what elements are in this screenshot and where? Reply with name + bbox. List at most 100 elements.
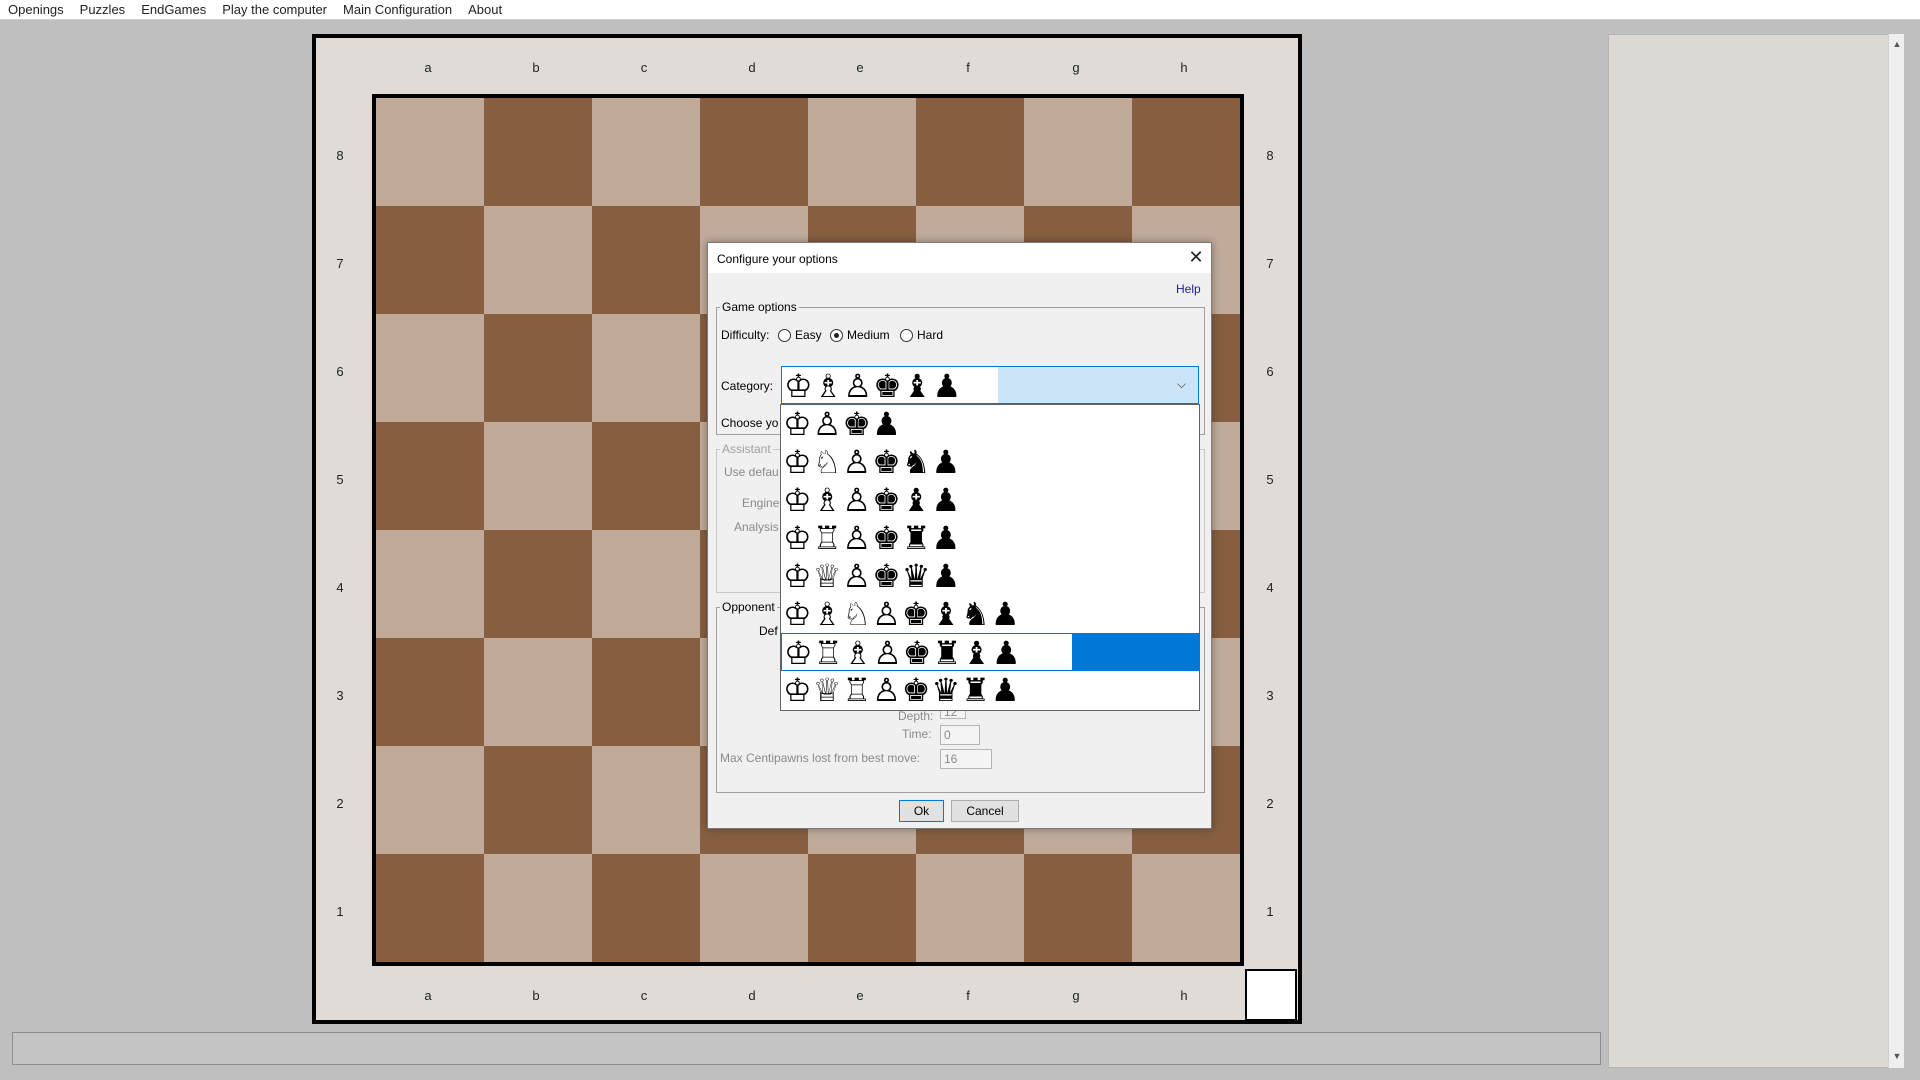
time-label: Time:: [902, 727, 932, 741]
board-square-d1[interactable]: [700, 854, 808, 962]
category-option[interactable]: ♔♗♘♙♚♝♞♟: [781, 595, 1199, 633]
ok-button[interactable]: Ok: [899, 800, 944, 822]
difficulty-medium-label: Medium: [847, 328, 890, 342]
board-square-c8[interactable]: [592, 98, 700, 206]
board-square-a7[interactable]: [376, 206, 484, 314]
category-option[interactable]: ♔♖♙♚♜♟: [781, 519, 1199, 557]
board-square-a1[interactable]: [376, 854, 484, 962]
rank-label-left: 1: [336, 904, 344, 919]
board-square-g8[interactable]: [1024, 98, 1132, 206]
difficulty-medium-radio[interactable]: [830, 329, 843, 342]
help-link[interactable]: Help: [1176, 282, 1201, 296]
board-square-d8[interactable]: [700, 98, 808, 206]
menu-puzzles[interactable]: Puzzles: [72, 0, 134, 20]
rank-label-right: 4: [1266, 580, 1274, 595]
board-square-b1[interactable]: [484, 854, 592, 962]
rank-label-right: 3: [1266, 688, 1274, 703]
dialog-title: Configure your options: [717, 252, 838, 266]
board-square-c6[interactable]: [592, 314, 700, 422]
category-option[interactable]: ♔♗♙♚♝♟: [781, 481, 1199, 519]
rank-label-left: 4: [336, 580, 344, 595]
board-square-f1[interactable]: [916, 854, 1024, 962]
category-option-selected[interactable]: ♔♖♗♙♚♜♝♟: [781, 633, 1200, 672]
file-label-bottom: f: [966, 988, 970, 1003]
board-square-c7[interactable]: [592, 206, 700, 314]
file-label-bottom: c: [640, 988, 648, 1003]
category-option-pieces: ♔♕♙♚♛♟: [783, 557, 962, 595]
board-square-a3[interactable]: [376, 638, 484, 746]
choose-label: Choose yo: [721, 416, 779, 430]
category-option[interactable]: ♔♕♖♙♚♛♜♟: [781, 671, 1199, 709]
file-label-bottom: d: [748, 988, 756, 1003]
file-label-top: a: [424, 60, 432, 75]
board-square-a8[interactable]: [376, 98, 484, 206]
category-option[interactable]: ♔♙♚♟: [781, 405, 1199, 443]
board-square-e1[interactable]: [808, 854, 916, 962]
time-field[interactable]: 0: [940, 725, 980, 745]
moves-panel-scrollbar[interactable]: ▲ ▼: [1888, 34, 1904, 1068]
board-square-b7[interactable]: [484, 206, 592, 314]
file-label-top: c: [640, 60, 648, 75]
menu-about[interactable]: About: [460, 0, 510, 20]
menu-openings[interactable]: Openings: [0, 0, 72, 20]
file-label-bottom: h: [1180, 988, 1188, 1003]
rank-label-right: 7: [1266, 256, 1274, 271]
category-option-pieces: ♔♖♙♚♜♟: [783, 519, 962, 557]
cancel-button[interactable]: Cancel: [951, 800, 1019, 822]
board-square-f8[interactable]: [916, 98, 1024, 206]
difficulty-hard-label: Hard: [917, 328, 944, 342]
category-option-pieces: ♔♘♙♚♞♟: [783, 443, 962, 481]
category-combobox[interactable]: ♔♗♙♚♝♟ ⌵: [781, 366, 1199, 405]
turn-indicator: [1245, 969, 1297, 1021]
difficulty-label: Difficulty:: [721, 328, 770, 342]
difficulty-easy-radio[interactable]: [778, 329, 791, 342]
board-square-e8[interactable]: [808, 98, 916, 206]
rank-label-left: 2: [336, 796, 344, 811]
board-square-c3[interactable]: [592, 638, 700, 746]
board-square-b4[interactable]: [484, 530, 592, 638]
board-square-a6[interactable]: [376, 314, 484, 422]
scroll-down-icon[interactable]: ▼: [1889, 1048, 1905, 1064]
status-bar: [12, 1032, 1601, 1065]
difficulty-hard-radio[interactable]: [900, 329, 913, 342]
board-square-c2[interactable]: [592, 746, 700, 854]
rank-label-right: 6: [1266, 364, 1274, 379]
category-dropdown-list: ♔♙♚♟ ♔♘♙♚♞♟ ♔♗♙♚♝♟ ♔♖♙♚♜♟ ♔♕♙♚♛♟ ♔♗♘♙♚♝♞…: [780, 404, 1200, 711]
menu-endgames[interactable]: EndGames: [133, 0, 214, 20]
file-label-top: d: [748, 60, 756, 75]
chevron-down-icon[interactable]: ⌵: [1177, 377, 1186, 392]
scroll-up-icon[interactable]: ▲: [1889, 36, 1905, 52]
close-icon[interactable]: ✕: [1186, 247, 1206, 267]
board-square-b2[interactable]: [484, 746, 592, 854]
board-square-c5[interactable]: [592, 422, 700, 530]
category-selected-value: ♔♗♙♚♝♟: [782, 367, 998, 405]
use-default-label: Use defau: [724, 465, 779, 479]
board-square-b8[interactable]: [484, 98, 592, 206]
board-square-a2[interactable]: [376, 746, 484, 854]
menu-play-the-computer[interactable]: Play the computer: [214, 0, 335, 20]
file-label-bottom: e: [856, 988, 864, 1003]
category-option[interactable]: ♔♕♙♚♛♟: [781, 557, 1199, 595]
category-label: Category:: [721, 379, 774, 393]
board-square-a4[interactable]: [376, 530, 484, 638]
menu-bar: Openings Puzzles EndGames Play the compu…: [0, 0, 1920, 20]
board-square-b3[interactable]: [484, 638, 592, 746]
rank-label-right: 8: [1266, 148, 1274, 163]
menu-main-configuration[interactable]: Main Configuration: [335, 0, 460, 20]
board-square-b6[interactable]: [484, 314, 592, 422]
board-square-h8[interactable]: [1132, 98, 1240, 206]
board-square-g1[interactable]: [1024, 854, 1132, 962]
board-square-a5[interactable]: [376, 422, 484, 530]
category-option-pieces: ♔♗♙♚♝♟: [783, 481, 962, 519]
category-option[interactable]: ♔♘♙♚♞♟: [781, 443, 1199, 481]
max-centipawns-field[interactable]: 16: [940, 749, 992, 769]
dialog-titlebar: Configure your options ✕: [708, 243, 1211, 273]
category-selected-pieces: ♔♗♙♚♝♟: [784, 367, 963, 405]
rank-label-right: 1: [1266, 904, 1274, 919]
board-square-h1[interactable]: [1132, 854, 1240, 962]
board-square-c4[interactable]: [592, 530, 700, 638]
board-square-c1[interactable]: [592, 854, 700, 962]
selection-highlight: [1072, 634, 1200, 671]
engine-label: Engine: [742, 496, 780, 510]
board-square-b5[interactable]: [484, 422, 592, 530]
